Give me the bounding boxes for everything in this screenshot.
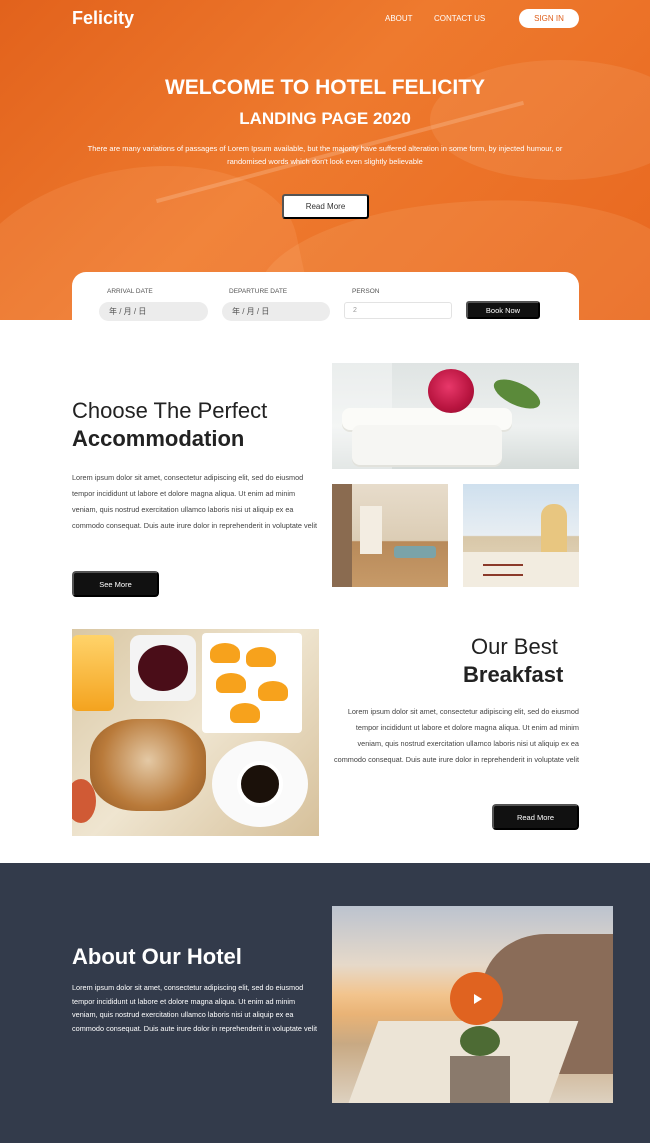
hotel-room-image (332, 484, 448, 587)
person-input[interactable]: 2 (344, 302, 452, 319)
departure-date-input[interactable]: 年 / 月 / 日 (222, 302, 330, 321)
room-door (360, 506, 382, 554)
breakfast-image (72, 629, 319, 836)
juice-glass (72, 635, 114, 711)
hero-description: There are many variations of passages of… (87, 144, 563, 166)
orange-slice (258, 681, 288, 701)
orange-slice (216, 673, 246, 693)
towel-rose-image (332, 363, 579, 469)
coffee-cup (212, 741, 308, 827)
arrival-date-input[interactable]: 年 / 月 / 日 (99, 302, 208, 321)
person-label: PERSON (352, 288, 380, 295)
arrival-date-label: ARRIVAL DATE (107, 288, 153, 295)
jam (138, 645, 188, 691)
about-title: About Our Hotel (72, 944, 242, 969)
departure-date-label: DEPARTURE DATE (229, 288, 288, 295)
breakfast-read-more-button[interactable]: Read More (492, 804, 579, 830)
orange-slice (246, 647, 276, 667)
balcony-rail (483, 564, 523, 576)
towel-bottom (352, 425, 502, 465)
santorini-view-image (463, 484, 579, 587)
breakfast-title-light: Our Best (471, 634, 558, 659)
stone-wall (450, 1056, 510, 1103)
nav-link-contact[interactable]: CONTACT US (434, 14, 485, 23)
orange-plate (202, 633, 302, 733)
play-icon (474, 993, 482, 1004)
hotel-video-thumbnail (332, 906, 613, 1103)
room-sofa (394, 546, 436, 558)
site-logo[interactable]: Felicity (72, 8, 134, 29)
tree (460, 1026, 500, 1056)
play-button[interactable] (450, 972, 503, 1025)
sign-in-button[interactable]: SIGN IN (519, 9, 579, 28)
coffee (237, 761, 283, 807)
accommodation-title-bold: Accommodation (72, 426, 245, 451)
rose-flower (428, 369, 474, 413)
book-now-button[interactable]: Book Now (466, 301, 540, 319)
breakfast-description: Lorem ipsum dolor sit amet, consectetur … (334, 707, 579, 764)
see-more-button[interactable]: See More (72, 571, 159, 597)
pastry (90, 719, 206, 811)
accommodation-title-light: Choose The Perfect (72, 398, 268, 423)
breakfast-title-bold: Breakfast (463, 662, 564, 687)
orange-slice (210, 643, 240, 663)
jam-bowl (130, 635, 196, 701)
accommodation-description: Lorem ipsum dolor sit amet, consectetur … (72, 473, 317, 530)
orange-slice (230, 703, 260, 723)
about-description: Lorem ipsum dolor sit amet, consectetur … (72, 983, 317, 1033)
booking-form: ARRIVAL DATE 年 / 月 / 日 DEPARTURE DATE 年 … (72, 272, 579, 332)
hero-read-more-button[interactable]: Read More (282, 194, 369, 219)
hero-subtitle: LANDING PAGE 2020 (239, 109, 411, 128)
hero-title: WELCOME TO HOTEL FELICITY (164, 76, 486, 99)
room-wall (332, 484, 352, 587)
nav-link-about[interactable]: ABOUT (385, 14, 413, 23)
